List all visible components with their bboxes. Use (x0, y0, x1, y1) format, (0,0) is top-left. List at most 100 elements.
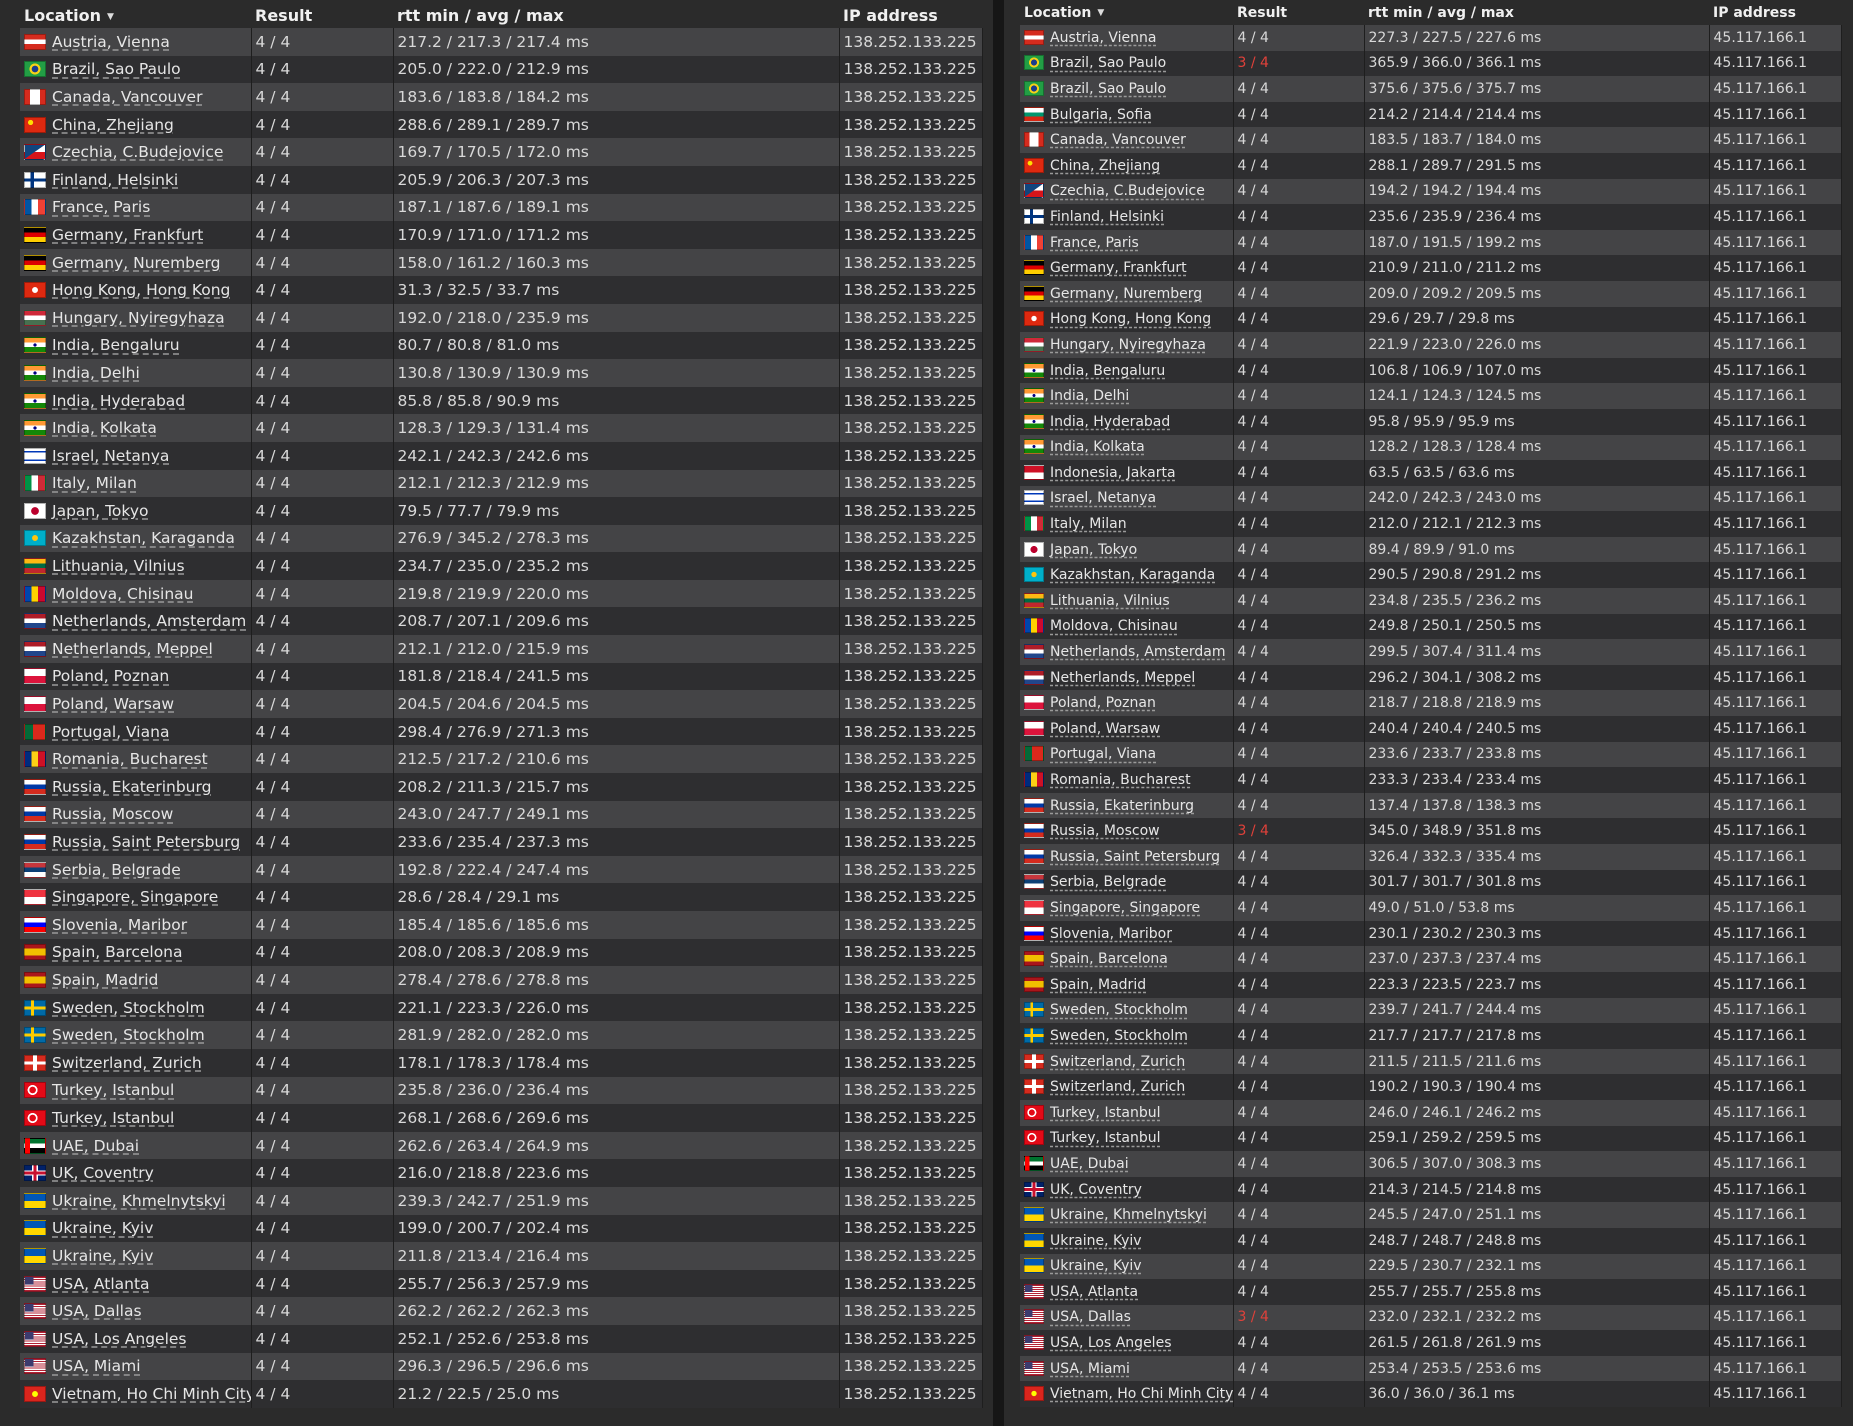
location-link-usa-miami[interactable]: USA, Miami (52, 1357, 141, 1375)
location-link-moldova-chisinau[interactable]: Moldova, Chisinau (52, 585, 194, 603)
location-link-austria-vienna[interactable]: Austria, Vienna (52, 33, 170, 51)
location-link-turkey-istanbul[interactable]: Turkey, Istanbul (1050, 1130, 1160, 1146)
location-link-japan-tokyo[interactable]: Japan, Tokyo (52, 502, 148, 520)
location-link-ukraine-kyiv[interactable]: Ukraine, Kyiv (1050, 1258, 1142, 1274)
location-link-ukraine-khmelnytskyi[interactable]: Ukraine, Khmelnytskyi (52, 1192, 226, 1210)
column-header-rtt[interactable]: rtt min / avg / max (1364, 1, 1709, 25)
location-link-moldova-chisinau[interactable]: Moldova, Chisinau (1050, 618, 1178, 634)
location-link-portugal-viana[interactable]: Portugal, Viana (1050, 746, 1156, 762)
location-link-usa-los-angeles[interactable]: USA, Los Angeles (1050, 1335, 1171, 1351)
location-link-canada-vancouver[interactable]: Canada, Vancouver (52, 88, 202, 106)
location-link-germany-frankfurt[interactable]: Germany, Frankfurt (52, 226, 203, 244)
location-link-portugal-viana[interactable]: Portugal, Viana (52, 723, 169, 741)
location-link-spain-barcelona[interactable]: Spain, Barcelona (52, 943, 183, 961)
location-link-slovenia-maribor[interactable]: Slovenia, Maribor (52, 916, 187, 934)
column-header-location[interactable]: Location ▼ (20, 3, 251, 28)
location-link-brazil-sao-paulo[interactable]: Brazil, Sao Paulo (1050, 55, 1166, 71)
location-link-russia-saint-petersburg[interactable]: Russia, Saint Petersburg (1050, 849, 1220, 865)
location-link-serbia-belgrade[interactable]: Serbia, Belgrade (1050, 874, 1166, 890)
location-link-poland-warsaw[interactable]: Poland, Warsaw (52, 695, 174, 713)
location-link-italy-milan[interactable]: Italy, Milan (52, 474, 137, 492)
location-link-uk-coventry[interactable]: UK, Coventry (52, 1164, 154, 1182)
column-header-result[interactable]: Result (251, 3, 393, 28)
location-link-china-zhejiang[interactable]: China, Zhejiang (52, 116, 174, 134)
column-header-result[interactable]: Result (1233, 1, 1364, 25)
location-link-sweden-stockholm[interactable]: Sweden, Stockholm (1050, 1002, 1188, 1018)
location-link-hungary-nyiregyhaza[interactable]: Hungary, Nyiregyhaza (52, 309, 225, 327)
location-link-india-kolkata[interactable]: India, Kolkata (1050, 439, 1145, 455)
location-link-hong-kong-hong-kong[interactable]: Hong Kong, Hong Kong (52, 281, 230, 299)
location-link-austria-vienna[interactable]: Austria, Vienna (1050, 30, 1156, 46)
location-link-romania-bucharest[interactable]: Romania, Bucharest (1050, 772, 1191, 788)
location-link-singapore-singapore[interactable]: Singapore, Singapore (1050, 900, 1200, 916)
location-link-bulgaria-sofia[interactable]: Bulgaria, Sofia (1050, 107, 1152, 123)
location-link-czechia-c-budejovice[interactable]: Czechia, C.Budejovice (1050, 183, 1205, 199)
sort-desc-icon[interactable]: ▼ (107, 12, 114, 22)
location-link-uae-dubai[interactable]: UAE, Dubai (52, 1137, 139, 1155)
location-link-israel-netanya[interactable]: Israel, Netanya (1050, 490, 1156, 506)
location-link-france-paris[interactable]: France, Paris (1050, 235, 1139, 251)
location-link-vietnam-ho-chi-minh-city[interactable]: Vietnam, Ho Chi Minh City (1050, 1386, 1232, 1402)
sort-desc-icon[interactable]: ▼ (1097, 8, 1104, 18)
location-link-brazil-sao-paulo[interactable]: Brazil, Sao Paulo (52, 60, 181, 78)
location-link-brazil-sao-paulo[interactable]: Brazil, Sao Paulo (1050, 81, 1166, 97)
location-link-india-hyderabad[interactable]: India, Hyderabad (1050, 414, 1170, 430)
location-link-sweden-stockholm[interactable]: Sweden, Stockholm (52, 999, 205, 1017)
location-link-russia-ekaterinburg[interactable]: Russia, Ekaterinburg (1050, 798, 1194, 814)
location-link-romania-bucharest[interactable]: Romania, Bucharest (52, 750, 208, 768)
location-link-kazakhstan-karaganda[interactable]: Kazakhstan, Karaganda (52, 529, 235, 547)
location-link-usa-dallas[interactable]: USA, Dallas (1050, 1309, 1131, 1325)
location-link-india-hyderabad[interactable]: India, Hyderabad (52, 392, 185, 410)
location-link-russia-saint-petersburg[interactable]: Russia, Saint Petersburg (52, 833, 240, 851)
location-link-usa-los-angeles[interactable]: USA, Los Angeles (52, 1330, 187, 1348)
location-link-usa-dallas[interactable]: USA, Dallas (52, 1302, 142, 1320)
location-link-usa-atlanta[interactable]: USA, Atlanta (1050, 1284, 1138, 1300)
location-link-ukraine-kyiv[interactable]: Ukraine, Kyiv (52, 1219, 153, 1237)
location-link-japan-tokyo[interactable]: Japan, Tokyo (1050, 542, 1137, 558)
location-link-sweden-stockholm[interactable]: Sweden, Stockholm (1050, 1028, 1188, 1044)
location-link-switzerland-zurich[interactable]: Switzerland, Zurich (1050, 1079, 1185, 1095)
location-link-singapore-singapore[interactable]: Singapore, Singapore (52, 888, 218, 906)
location-link-netherlands-meppel[interactable]: Netherlands, Meppel (52, 640, 213, 658)
location-link-russia-moscow[interactable]: Russia, Moscow (1050, 823, 1160, 839)
location-link-uk-coventry[interactable]: UK, Coventry (1050, 1182, 1142, 1198)
location-link-india-bengaluru[interactable]: India, Bengaluru (1050, 363, 1165, 379)
column-header-ip[interactable]: IP address (1709, 1, 1841, 25)
location-link-indonesia-jakarta[interactable]: Indonesia, Jakarta (1050, 465, 1176, 481)
location-link-ukraine-kyiv[interactable]: Ukraine, Kyiv (1050, 1233, 1142, 1249)
location-link-germany-nuremberg[interactable]: Germany, Nuremberg (1050, 286, 1202, 302)
location-link-germany-frankfurt[interactable]: Germany, Frankfurt (1050, 260, 1187, 276)
location-link-turkey-istanbul[interactable]: Turkey, Istanbul (52, 1109, 174, 1127)
location-link-slovenia-maribor[interactable]: Slovenia, Maribor (1050, 926, 1172, 942)
location-link-spain-madrid[interactable]: Spain, Madrid (1050, 977, 1146, 993)
location-link-hong-kong-hong-kong[interactable]: Hong Kong, Hong Kong (1050, 311, 1211, 327)
location-link-spain-madrid[interactable]: Spain, Madrid (52, 971, 158, 989)
location-link-russia-ekaterinburg[interactable]: Russia, Ekaterinburg (52, 778, 211, 796)
location-link-serbia-belgrade[interactable]: Serbia, Belgrade (52, 861, 181, 879)
location-link-switzerland-zurich[interactable]: Switzerland, Zurich (52, 1054, 202, 1072)
location-link-czechia-c-budejovice[interactable]: Czechia, C.Budejovice (52, 143, 223, 161)
location-link-india-kolkata[interactable]: India, Kolkata (52, 419, 157, 437)
location-link-vietnam-ho-chi-minh-city[interactable]: Vietnam, Ho Chi Minh City (52, 1385, 250, 1403)
location-link-spain-barcelona[interactable]: Spain, Barcelona (1050, 951, 1168, 967)
location-link-poland-warsaw[interactable]: Poland, Warsaw (1050, 721, 1160, 737)
location-link-france-paris[interactable]: France, Paris (52, 198, 150, 216)
location-link-sweden-stockholm[interactable]: Sweden, Stockholm (52, 1026, 205, 1044)
location-link-ukraine-khmelnytskyi[interactable]: Ukraine, Khmelnytskyi (1050, 1207, 1207, 1223)
column-header-ip[interactable]: IP address (839, 3, 982, 28)
location-link-poland-poznan[interactable]: Poland, Poznan (52, 667, 169, 685)
location-link-russia-moscow[interactable]: Russia, Moscow (52, 805, 173, 823)
location-link-italy-milan[interactable]: Italy, Milan (1050, 516, 1127, 532)
location-link-netherlands-meppel[interactable]: Netherlands, Meppel (1050, 670, 1195, 686)
location-link-israel-netanya[interactable]: Israel, Netanya (52, 447, 169, 465)
location-link-poland-poznan[interactable]: Poland, Poznan (1050, 695, 1156, 711)
location-link-finland-helsinki[interactable]: Finland, Helsinki (1050, 209, 1164, 225)
location-link-usa-atlanta[interactable]: USA, Atlanta (52, 1275, 150, 1293)
location-link-turkey-istanbul[interactable]: Turkey, Istanbul (52, 1081, 174, 1099)
location-link-hungary-nyiregyhaza[interactable]: Hungary, Nyiregyhaza (1050, 337, 1206, 353)
location-link-china-zhejiang[interactable]: China, Zhejiang (1050, 158, 1160, 174)
column-header-location[interactable]: Location ▼ (1020, 1, 1233, 25)
location-link-switzerland-zurich[interactable]: Switzerland, Zurich (1050, 1054, 1185, 1070)
location-link-lithuania-vilnius[interactable]: Lithuania, Vilnius (1050, 593, 1170, 609)
location-link-usa-miami[interactable]: USA, Miami (1050, 1361, 1130, 1377)
